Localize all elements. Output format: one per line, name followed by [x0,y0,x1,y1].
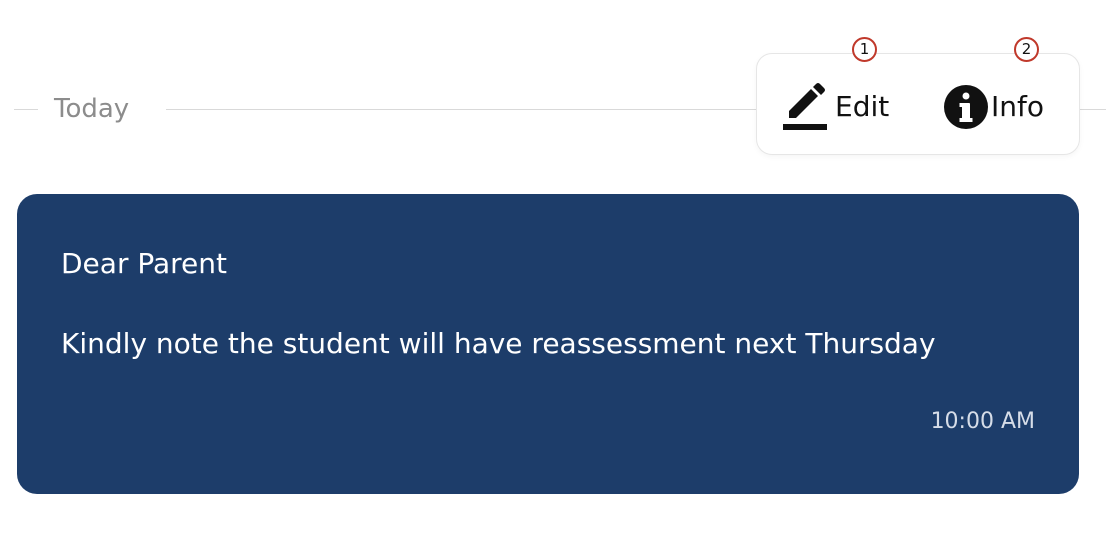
message-timestamp: 10:00 AM [930,409,1035,434]
chat-view: Today Edit Info 1 2 Dear Parent Kindly n… [0,0,1114,543]
edit-button[interactable]: Edit [781,82,889,132]
edit-label: Edit [835,90,890,123]
pencil-icon [781,82,829,132]
marker-2: 2 [1014,37,1039,62]
info-icon [943,84,989,130]
message-action-toolbar: Edit Info [756,53,1080,155]
marker-1: 1 [852,37,877,62]
divider-line-left [14,109,38,110]
info-label: Info [991,90,1044,123]
date-divider-label: Today [54,94,130,124]
info-button[interactable]: Info [943,82,1044,132]
divider-line-middle [166,109,766,110]
message-greeting: Dear Parent [61,247,227,280]
message-bubble[interactable]: Dear Parent Kindly note the student will… [17,194,1079,494]
divider-line-right [1076,109,1106,110]
message-body: Kindly note the student will have reasse… [61,327,936,360]
